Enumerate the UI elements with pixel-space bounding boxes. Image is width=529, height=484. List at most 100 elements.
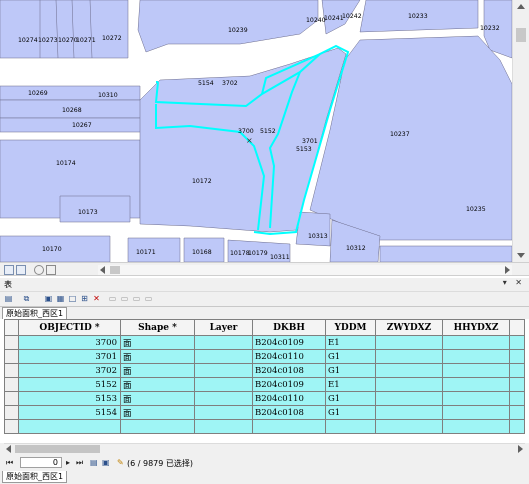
map-canvas[interactable]: 10274 10273 10270 10271 10272 10239 1024…	[0, 0, 512, 262]
scroll-left-arrow-icon[interactable]	[6, 445, 11, 453]
bottom-tab-original-area-west1[interactable]: 原始面积_西区1	[2, 471, 68, 483]
tab-original-area-west1[interactable]: 原始面积_西区1	[2, 307, 68, 319]
column-header[interactable]: YDDM	[325, 319, 376, 336]
table-cell[interactable]: G1	[325, 391, 376, 406]
table-cell[interactable]	[375, 349, 443, 364]
scrollbar-thumb[interactable]	[516, 28, 526, 42]
row-selector-header[interactable]	[4, 319, 19, 336]
table-cell[interactable]: 5152	[18, 377, 121, 392]
table-cell[interactable]	[442, 377, 510, 392]
row-selector[interactable]	[4, 391, 19, 406]
attribute-grid[interactable]: OBJECTID * Shape * Layer DKBH YDDM ZWYDX…	[0, 319, 529, 443]
table-cell[interactable]: 5153	[18, 391, 121, 406]
table-cell[interactable]: E1	[325, 335, 376, 350]
table-cell[interactable]	[194, 335, 253, 350]
unhighlight-icon[interactable]: ▭	[144, 294, 153, 303]
copy-icon[interactable]: ▭	[108, 294, 117, 303]
scroll-left-arrow-icon[interactable]	[100, 266, 105, 274]
scrollbar-thumb[interactable]	[110, 266, 120, 274]
scroll-down-arrow-icon[interactable]	[517, 253, 525, 258]
column-header[interactable]: OBJECTID *	[18, 319, 121, 336]
highlight-icon[interactable]: ▭	[132, 294, 141, 303]
clear-selection-icon[interactable]: □	[68, 294, 77, 303]
show-selected-records-icon[interactable]: ▣	[102, 458, 110, 467]
map-view[interactable]: 10274 10273 10270 10271 10272 10239 1024…	[0, 0, 512, 262]
table-cell[interactable]	[194, 391, 253, 406]
table-cell[interactable]: 3701	[18, 349, 121, 364]
table-cell[interactable]: 面	[120, 405, 195, 420]
table-row[interactable]: 3700 面 B204c0109 E1	[4, 335, 525, 350]
table-row[interactable]: 3701 面 B204c0110 G1	[4, 349, 525, 364]
table-cell[interactable]	[194, 363, 253, 378]
table-cell[interactable]: 3700	[18, 335, 121, 350]
table-options-icon[interactable]: ▤	[4, 294, 13, 303]
row-selector[interactable]	[4, 335, 19, 350]
row-selector[interactable]	[4, 349, 19, 364]
table-cell[interactable]	[375, 377, 443, 392]
data-view-icon[interactable]	[4, 265, 14, 275]
table-cell[interactable]	[375, 363, 443, 378]
delete-selected-icon[interactable]: ✕	[92, 294, 101, 303]
current-record-field[interactable]: 0	[20, 457, 62, 468]
table-cell[interactable]	[442, 363, 510, 378]
select-by-attributes-icon[interactable]: ▣	[44, 294, 53, 303]
related-tables-icon[interactable]: ⧉	[22, 294, 31, 303]
table-cell[interactable]	[194, 349, 253, 364]
table-cell[interactable]	[442, 335, 510, 350]
table-cell[interactable]: B204c0108	[252, 405, 326, 420]
table-row[interactable]: 3702 面 B204c0108 G1	[4, 363, 525, 378]
row-selector[interactable]	[4, 377, 19, 392]
table-cell[interactable]: B204c0110	[252, 391, 326, 406]
table-cell[interactable]: 面	[120, 335, 195, 350]
parcel[interactable]	[295, 211, 331, 247]
refresh-icon[interactable]	[34, 265, 44, 275]
row-selector[interactable]	[4, 363, 19, 378]
last-record-icon[interactable]: ⏭	[76, 458, 83, 468]
table-cell[interactable]	[375, 405, 443, 420]
scrollbar-thumb[interactable]	[15, 445, 100, 453]
table-cell[interactable]: G1	[325, 349, 376, 364]
table-row[interactable]: 5153 面 B204c0110 G1	[4, 391, 525, 406]
parcel[interactable]	[0, 85, 141, 101]
table-cell[interactable]: 3702	[18, 363, 121, 378]
first-record-icon[interactable]: ⏮	[6, 458, 13, 468]
layout-view-icon[interactable]	[16, 265, 26, 275]
pause-drawing-icon[interactable]	[46, 265, 56, 275]
column-header[interactable]: HHYDXZ	[442, 319, 510, 336]
table-row[interactable]: 5152 面 B204c0109 E1	[4, 377, 525, 392]
table-cell[interactable]: B204c0108	[252, 363, 326, 378]
parcel[interactable]	[0, 0, 129, 59]
column-header[interactable]: Shape *	[120, 319, 195, 336]
parcel[interactable]	[379, 245, 512, 262]
column-header[interactable]: DKBH	[252, 319, 326, 336]
switch-selection-icon[interactable]: ▦	[56, 294, 65, 303]
zoom-to-selected-icon[interactable]: ⊞	[80, 294, 89, 303]
table-cell[interactable]	[194, 405, 253, 420]
table-cell[interactable]	[442, 405, 510, 420]
table-cell[interactable]: 面	[120, 391, 195, 406]
table-cell[interactable]: 面	[120, 377, 195, 392]
table-cell[interactable]: 面	[120, 349, 195, 364]
table-cell[interactable]: B204c0110	[252, 349, 326, 364]
scroll-right-arrow-icon[interactable]	[518, 445, 523, 453]
table-cell[interactable]	[442, 391, 510, 406]
table-cell[interactable]	[194, 377, 253, 392]
table-cell[interactable]: G1	[325, 363, 376, 378]
column-header[interactable]: Layer	[194, 319, 253, 336]
table-cell[interactable]	[375, 335, 443, 350]
row-selector[interactable]	[4, 405, 19, 420]
scroll-right-arrow-icon[interactable]	[505, 266, 510, 274]
table-cell[interactable]	[442, 349, 510, 364]
table-cell[interactable]: G1	[325, 405, 376, 420]
table-cell[interactable]: B204c0109	[252, 335, 326, 350]
table-cell[interactable]	[375, 391, 443, 406]
column-header[interactable]: ZWYDXZ	[375, 319, 443, 336]
paste-icon[interactable]: ▭	[120, 294, 129, 303]
table-cell[interactable]: B204c0109	[252, 377, 326, 392]
map-vertical-scrollbar[interactable]	[512, 0, 529, 262]
table-cell[interactable]: 面	[120, 363, 195, 378]
parcel[interactable]	[137, 0, 319, 53]
show-all-records-icon[interactable]: ▤	[90, 458, 98, 467]
next-record-icon[interactable]: ▸	[66, 458, 70, 467]
scroll-up-arrow-icon[interactable]	[517, 4, 525, 9]
